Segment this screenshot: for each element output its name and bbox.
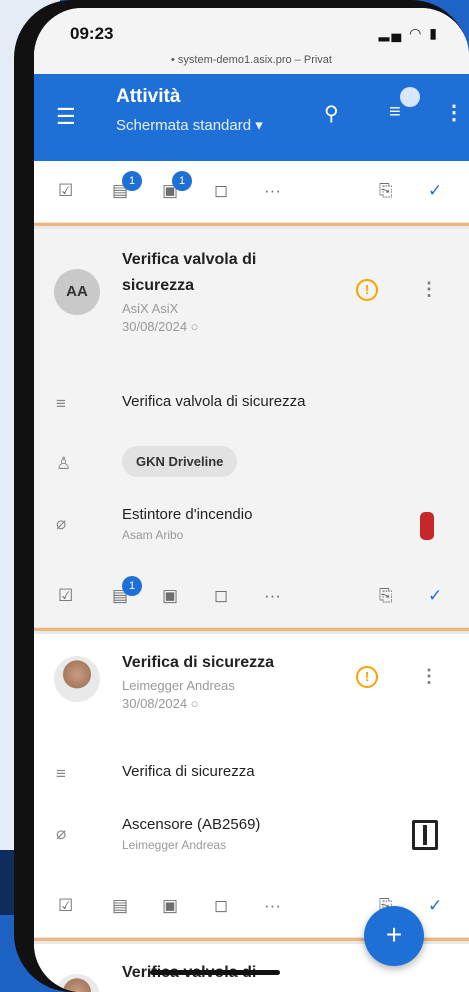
checkbox-icon[interactable]: ☑ <box>58 181 73 201</box>
document-badge: 1 <box>122 171 142 191</box>
more-horizontal-icon[interactable]: ··· <box>264 181 281 201</box>
hamburger-menu-icon[interactable]: ☰ <box>56 104 76 130</box>
avatar: AA <box>54 269 100 315</box>
card-title: Verifica di sicurezza <box>122 654 275 671</box>
avatar <box>54 656 100 702</box>
card-header: AA Verifica valvola di sicurezza AsiX As… <box>34 229 469 374</box>
object-name: Ascensore (AB2569) <box>122 816 261 833</box>
task-card[interactable]: AA Verifica valvola di sicurezza AsiX As… <box>34 229 469 628</box>
app-bar: ☰ Attività Schermata standard ▾ ⚲ ≡ ⋮ <box>34 74 469 161</box>
card-title-line2: sicurezza <box>122 277 195 294</box>
description-icon: ≡ <box>56 764 66 783</box>
view-selector[interactable]: Schermata standard ▾ <box>116 116 263 134</box>
customer-row: ♙ GKN Driveline <box>34 434 469 494</box>
checkbox-icon[interactable]: ☑ <box>58 896 73 916</box>
filter-icon[interactable]: ≡ <box>389 101 401 124</box>
elevator-icon <box>412 820 438 850</box>
app-screen: 09:23 ▂▄ ◠ ▮ • system-demo1.asix.pro – P… <box>34 8 469 992</box>
customer-chip[interactable]: GKN Driveline <box>122 446 238 477</box>
card-date: 30/08/2024 ○ <box>122 319 199 334</box>
complete-check-icon[interactable]: ✓ <box>428 181 442 201</box>
status-bar: 09:23 ▂▄ ◠ ▮ • system-demo1.asix.pro – P… <box>34 8 469 74</box>
card-person: Leimegger Andreas <box>122 678 235 693</box>
status-time: 09:23 <box>70 24 114 43</box>
object-row[interactable]: ⌀ Ascensore (AB2569) Leimegger Andreas <box>34 804 469 876</box>
card-menu-icon[interactable]: ⋮ <box>420 666 438 687</box>
description-icon: ≡ <box>56 394 66 413</box>
object-owner: Leimegger Andreas <box>122 838 227 852</box>
checkbox-icon[interactable]: ☑ <box>58 586 73 606</box>
complete-check-icon[interactable]: ✓ <box>428 586 442 606</box>
home-indicator <box>150 970 280 975</box>
more-horizontal-icon[interactable]: ··· <box>264 586 281 606</box>
warning-icon: ! <box>356 666 378 688</box>
org-icon: ♙ <box>56 454 72 473</box>
search-icon[interactable]: ⚲ <box>324 101 339 126</box>
fire-extinguisher-icon <box>420 512 434 540</box>
more-horizontal-icon[interactable]: ··· <box>264 896 281 916</box>
bookmark-icon[interactable]: ◻ <box>214 586 228 606</box>
object-name: Estintore d'incendio <box>122 506 253 523</box>
card-person: AsiX AsiX <box>122 301 179 316</box>
document-icon[interactable]: ▤ <box>112 896 128 916</box>
description-row: ≡ Verifica valvola di sicurezza <box>34 374 469 434</box>
object-owner: Asam Aribo <box>122 528 184 542</box>
warning-icon: ! <box>356 279 378 301</box>
task-card[interactable]: Verifica di sicurezza Leimegger Andreas … <box>34 634 469 938</box>
image-icon[interactable]: ▣ <box>162 896 178 916</box>
card-toolbar: ☑ ▤ 1 ▣ 1 ◻ ··· ⎘ ✓ <box>34 161 469 223</box>
image-icon[interactable]: ▣ 1 <box>162 171 192 201</box>
image-badge: 1 <box>172 171 192 191</box>
avatar <box>54 974 100 992</box>
attach-icon[interactable]: ⎘ <box>379 586 393 606</box>
complete-check-icon[interactable]: ✓ <box>428 896 442 916</box>
card-date: 30/08/2024 ○ <box>122 696 199 711</box>
page-title: Attività <box>116 86 181 107</box>
link-icon: ⌀ <box>56 514 67 533</box>
object-row[interactable]: ⌀ Estintore d'incendio Asam Aribo <box>34 494 469 566</box>
document-icon[interactable]: ▤ 1 <box>112 576 142 606</box>
card-toolbar: ☑ ▤ 1 ▣ ◻ ··· ⎘ ✓ <box>34 566 469 628</box>
bookmark-icon[interactable]: ◻ <box>214 896 228 916</box>
description-text: Verifica valvola di sicurezza <box>122 393 306 410</box>
card-menu-icon[interactable]: ⋮ <box>420 279 438 300</box>
signal-wifi-battery-icon: ▂▄ ◠ ▮ <box>378 25 439 41</box>
card-header: Verifica di sicurezza Leimegger Andreas … <box>34 634 469 744</box>
link-icon: ⌀ <box>56 824 67 843</box>
more-options-icon[interactable]: ⋮ <box>444 100 464 125</box>
add-task-button[interactable]: + <box>364 906 424 966</box>
filter-badge <box>400 87 420 107</box>
document-icon[interactable]: ▤ 1 <box>112 171 142 201</box>
description-row: ≡ Verifica di sicurezza <box>34 744 469 804</box>
image-icon[interactable]: ▣ <box>162 586 178 606</box>
attach-icon[interactable]: ⎘ <box>379 181 393 201</box>
description-text: Verifica di sicurezza <box>122 763 255 780</box>
bookmark-icon[interactable]: ◻ <box>214 181 228 201</box>
document-badge: 1 <box>122 576 142 596</box>
card-title: Verifica valvola di <box>122 251 257 268</box>
url-bar[interactable]: • system-demo1.asix.pro – Privat <box>34 54 469 66</box>
